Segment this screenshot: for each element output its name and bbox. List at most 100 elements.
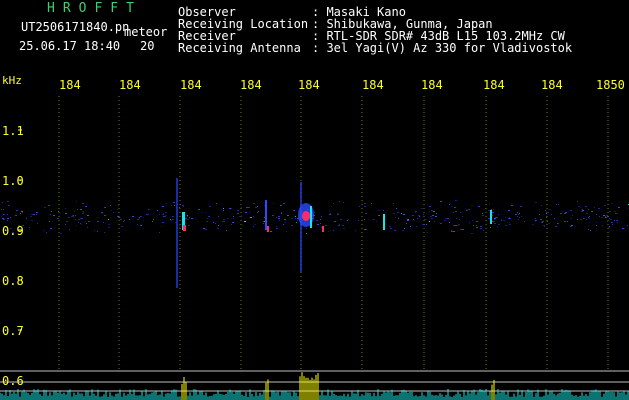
noise-speck bbox=[7, 218, 9, 219]
noise-speck bbox=[317, 224, 319, 225]
noise-speck bbox=[609, 211, 611, 212]
noise-speck bbox=[98, 217, 99, 218]
frequency-tick-label: 184 bbox=[59, 78, 81, 92]
noise-speck bbox=[517, 216, 518, 217]
noise-speck bbox=[556, 226, 557, 227]
noise-speck bbox=[108, 227, 110, 228]
noise-speck bbox=[520, 206, 522, 207]
noise-speck bbox=[179, 227, 180, 228]
noise-speck bbox=[453, 231, 455, 232]
noise-speck bbox=[75, 215, 76, 216]
noise-band bbox=[1, 200, 629, 234]
noise-speck bbox=[434, 221, 435, 222]
noise-speck bbox=[146, 214, 147, 215]
noise-speck bbox=[254, 224, 256, 225]
noise-speck bbox=[241, 207, 242, 208]
noise-speck bbox=[37, 223, 38, 224]
noise-speck bbox=[492, 212, 494, 213]
observation-datetime: 25.06.17 18:40 bbox=[19, 39, 121, 53]
noise-speck bbox=[215, 223, 216, 224]
noise-speck bbox=[291, 218, 293, 219]
noise-speck bbox=[535, 220, 537, 221]
noise-speck bbox=[223, 210, 224, 211]
noise-speck bbox=[435, 216, 437, 217]
noise-speck bbox=[242, 225, 244, 226]
noise-speck bbox=[263, 221, 264, 222]
noise-speck bbox=[430, 216, 432, 217]
noise-speck bbox=[74, 211, 75, 212]
noise-speck bbox=[139, 217, 140, 218]
noise-speck bbox=[81, 218, 83, 219]
noise-speck bbox=[494, 221, 495, 222]
noise-speck bbox=[1, 209, 2, 210]
noise-speck bbox=[477, 221, 478, 222]
noise-speck bbox=[16, 210, 18, 211]
noise-speck bbox=[589, 216, 590, 217]
noise-speck bbox=[546, 213, 547, 214]
noise-speck bbox=[447, 218, 449, 219]
noise-speck bbox=[607, 221, 608, 222]
noise-speck bbox=[609, 226, 610, 227]
noise-speck bbox=[157, 210, 158, 211]
noise-speck bbox=[138, 218, 140, 219]
noise-speck bbox=[187, 216, 188, 217]
noise-speck bbox=[172, 216, 174, 217]
noise-speck bbox=[50, 214, 51, 215]
app-brand: HROFFT bbox=[47, 1, 142, 16]
noise-speck bbox=[111, 210, 112, 211]
noise-speck bbox=[453, 212, 454, 213]
noise-speck bbox=[102, 213, 103, 214]
noise-speck bbox=[601, 217, 603, 218]
noise-speck bbox=[549, 209, 551, 210]
noise-speck bbox=[410, 226, 411, 227]
noise-speck bbox=[567, 221, 568, 222]
noise-speck bbox=[482, 215, 484, 216]
noise-speck bbox=[104, 215, 106, 216]
noise-speck bbox=[468, 209, 470, 210]
noise-speck bbox=[524, 221, 525, 222]
noise-speck bbox=[51, 211, 52, 212]
noise-speck bbox=[591, 211, 593, 212]
noise-speck bbox=[460, 229, 462, 230]
noise-speck bbox=[413, 219, 414, 220]
noise-speck bbox=[606, 215, 608, 216]
noise-speck bbox=[86, 223, 87, 224]
noise-speck bbox=[278, 218, 280, 219]
noise-speck bbox=[517, 212, 518, 213]
noise-speck bbox=[426, 232, 428, 233]
noise-speck bbox=[137, 224, 138, 225]
noise-speck bbox=[316, 220, 318, 221]
noise-speck bbox=[94, 230, 95, 231]
noise-speck bbox=[473, 225, 474, 226]
noise-speck bbox=[540, 219, 542, 220]
noise-speck bbox=[60, 233, 62, 234]
noise-speck bbox=[509, 222, 510, 223]
noise-speck bbox=[432, 215, 434, 216]
noise-speck bbox=[489, 203, 490, 204]
noise-speck bbox=[331, 206, 332, 207]
noise-speck bbox=[429, 206, 431, 207]
noise-speck bbox=[609, 218, 610, 219]
noise-speck bbox=[551, 214, 552, 215]
noise-speck bbox=[612, 224, 613, 225]
noise-speck bbox=[276, 217, 277, 218]
noise-speck bbox=[416, 226, 417, 227]
noise-speck bbox=[279, 220, 280, 221]
noise-speck bbox=[43, 230, 44, 231]
noise-speck bbox=[560, 213, 562, 214]
noise-speck bbox=[257, 206, 258, 207]
noise-speck bbox=[364, 206, 366, 207]
noise-speck bbox=[570, 218, 572, 219]
noise-speck bbox=[547, 212, 549, 213]
noise-speck bbox=[476, 221, 477, 222]
info-label-antenna: Receiving Antenna bbox=[178, 41, 301, 55]
noise-speck bbox=[535, 221, 536, 222]
noise-speck bbox=[347, 220, 348, 221]
noise-speck bbox=[22, 212, 23, 213]
noise-speck bbox=[183, 206, 184, 207]
noise-speck bbox=[123, 221, 124, 222]
y-tick-label: 0.8 bbox=[2, 274, 24, 288]
noise-speck bbox=[371, 203, 372, 204]
noise-speck bbox=[207, 218, 208, 219]
noise-speck bbox=[72, 216, 74, 217]
